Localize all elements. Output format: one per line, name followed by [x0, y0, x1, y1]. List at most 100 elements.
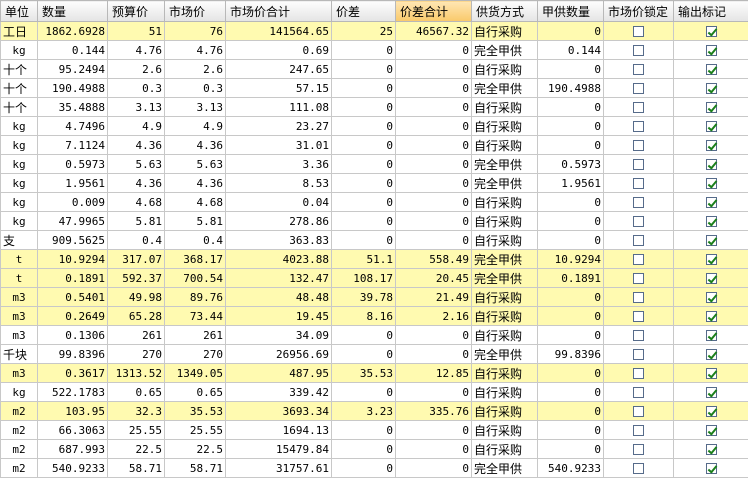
client-supplied-qty-cell[interactable]: 0	[537, 59, 604, 79]
client-supplied-qty-cell[interactable]: 0.5973	[537, 154, 604, 174]
budget-price-cell[interactable]: 49.98	[107, 287, 165, 307]
unit-cell[interactable]: m3	[0, 325, 38, 345]
unit-cell[interactable]: m2	[0, 401, 38, 421]
output-flag-checkbox[interactable]	[705, 292, 717, 303]
price-diff-cell[interactable]: 0	[331, 458, 396, 478]
output-flag-checkbox[interactable]	[705, 349, 717, 360]
unit-cell[interactable]: m3	[0, 287, 38, 307]
table-row[interactable]: kg 7.1124 4.36 4.36 31.01 0 0 自行采购 0	[0, 135, 748, 155]
market-price-lock-checkbox[interactable]	[633, 311, 644, 322]
market-price-lock-checkbox[interactable]	[633, 235, 644, 246]
market-price-cell[interactable]: 270	[164, 344, 226, 364]
quantity-cell[interactable]: 95.2494	[37, 59, 108, 79]
table-row[interactable]: kg 1.9561 4.36 4.36 8.53 0 0 完全甲供 1.9561	[0, 173, 748, 193]
output-flag-checkbox[interactable]	[705, 102, 717, 113]
quantity-cell[interactable]: 909.5625	[37, 230, 108, 250]
market-total-cell[interactable]: 57.15	[225, 78, 332, 98]
budget-price-cell[interactable]: 22.5	[107, 439, 165, 459]
table-row[interactable]: 十个 35.4888 3.13 3.13 111.08 0 0 自行采购 0	[0, 97, 748, 117]
supply-mode-cell[interactable]: 自行采购	[471, 439, 538, 459]
output-flag-checkbox[interactable]	[705, 368, 717, 379]
unit-cell[interactable]: m3	[0, 363, 38, 383]
unit-cell[interactable]: t	[0, 249, 38, 269]
client-supplied-qty-cell[interactable]: 0.144	[537, 40, 604, 60]
market-price-lock-checkbox[interactable]	[633, 83, 644, 94]
table-row[interactable]: m2 66.3063 25.55 25.55 1694.13 0 0 自行采购 0	[0, 420, 748, 440]
table-row[interactable]: m2 540.9233 58.71 58.71 31757.61 0 0 完全甲供 540.92…	[0, 458, 748, 478]
supply-mode-cell[interactable]: 自行采购	[471, 211, 538, 231]
supply-mode-cell[interactable]: 自行采购	[471, 230, 538, 250]
price-diff-cell[interactable]: 0	[331, 40, 396, 60]
market-price-cell[interactable]: 0.3	[164, 78, 226, 98]
budget-price-cell[interactable]: 5.81	[107, 211, 165, 231]
col-header-quantity[interactable]: 数量	[37, 0, 108, 22]
market-total-cell[interactable]: 339.42	[225, 382, 332, 402]
quantity-cell[interactable]: 0.1306	[37, 325, 108, 345]
output-flag-checkbox[interactable]	[705, 444, 717, 455]
client-supplied-qty-cell[interactable]: 0	[537, 230, 604, 250]
market-price-lock-checkbox[interactable]	[633, 216, 644, 227]
output-flag-checkbox[interactable]	[705, 159, 717, 170]
client-supplied-qty-cell[interactable]: 0	[537, 211, 604, 231]
market-total-cell[interactable]: 111.08	[225, 97, 332, 117]
client-supplied-qty-cell[interactable]: 99.8396	[537, 344, 604, 364]
market-total-cell[interactable]: 141564.65	[225, 21, 332, 41]
diff-total-cell[interactable]: 0	[395, 458, 472, 478]
price-diff-cell[interactable]: 0	[331, 97, 396, 117]
market-price-cell[interactable]: 58.71	[164, 458, 226, 478]
market-price-lock-checkbox[interactable]	[633, 254, 644, 265]
market-price-lock-checkbox[interactable]	[633, 197, 644, 208]
market-price-lock-checkbox[interactable]	[633, 102, 644, 113]
unit-cell[interactable]: kg	[0, 135, 38, 155]
table-row[interactable]: 千块 99.8396 270 270 26956.69 0 0 完全甲供 99.8396	[0, 344, 748, 364]
market-price-cell[interactable]: 368.17	[164, 249, 226, 269]
market-price-lock-checkbox[interactable]	[633, 444, 644, 455]
diff-total-cell[interactable]: 0	[395, 135, 472, 155]
market-total-cell[interactable]: 23.27	[225, 116, 332, 136]
market-price-lock-checkbox[interactable]	[633, 45, 644, 56]
price-diff-cell[interactable]: 0	[331, 192, 396, 212]
price-diff-cell[interactable]: 3.23	[331, 401, 396, 421]
quantity-cell[interactable]: 0.5401	[37, 287, 108, 307]
quantity-cell[interactable]: 190.4988	[37, 78, 108, 98]
client-supplied-qty-cell[interactable]: 0	[537, 306, 604, 326]
diff-total-cell[interactable]: 0	[395, 230, 472, 250]
diff-total-cell[interactable]: 335.76	[395, 401, 472, 421]
budget-price-cell[interactable]: 3.13	[107, 97, 165, 117]
market-price-cell[interactable]: 25.55	[164, 420, 226, 440]
output-flag-checkbox[interactable]	[705, 273, 717, 284]
supply-mode-cell[interactable]: 自行采购	[471, 97, 538, 117]
output-flag-checkbox[interactable]	[705, 64, 717, 75]
supply-mode-cell[interactable]: 自行采购	[471, 59, 538, 79]
diff-total-cell[interactable]: 2.16	[395, 306, 472, 326]
market-price-lock-checkbox[interactable]	[633, 349, 644, 360]
diff-total-cell[interactable]: 46567.32	[395, 21, 472, 41]
price-diff-cell[interactable]: 0	[331, 116, 396, 136]
budget-price-cell[interactable]: 4.36	[107, 135, 165, 155]
table-row[interactable]: m3 0.1306 261 261 34.09 0 0 自行采购 0	[0, 325, 748, 345]
market-price-cell[interactable]: 4.76	[164, 40, 226, 60]
market-total-cell[interactable]: 15479.84	[225, 439, 332, 459]
supply-mode-cell[interactable]: 自行采购	[471, 116, 538, 136]
client-supplied-qty-cell[interactable]: 0	[537, 116, 604, 136]
quantity-cell[interactable]: 1862.6928	[37, 21, 108, 41]
table-row[interactable]: kg 4.7496 4.9 4.9 23.27 0 0 自行采购 0	[0, 116, 748, 136]
market-price-cell[interactable]: 22.5	[164, 439, 226, 459]
diff-total-cell[interactable]: 0	[395, 116, 472, 136]
price-diff-cell[interactable]: 0	[331, 78, 396, 98]
supply-mode-cell[interactable]: 自行采购	[471, 287, 538, 307]
output-flag-checkbox[interactable]	[705, 26, 717, 37]
client-supplied-qty-cell[interactable]: 0.1891	[537, 268, 604, 288]
price-diff-cell[interactable]: 51.1	[331, 249, 396, 269]
price-diff-cell[interactable]: 35.53	[331, 363, 396, 383]
col-header-budget-price[interactable]: 预算价	[107, 0, 165, 22]
price-diff-cell[interactable]: 0	[331, 173, 396, 193]
market-price-cell[interactable]: 73.44	[164, 306, 226, 326]
diff-total-cell[interactable]: 0	[395, 192, 472, 212]
price-diff-cell[interactable]: 25	[331, 21, 396, 41]
col-header-client-supplied-qty[interactable]: 甲供数量	[537, 0, 604, 22]
table-row[interactable]: kg 522.1783 0.65 0.65 339.42 0 0 自行采购 0	[0, 382, 748, 402]
table-row[interactable]: t 10.9294 317.07 368.17 4023.88 51.1 558.49 完全甲…	[0, 249, 748, 269]
unit-cell[interactable]: 千块	[0, 344, 38, 364]
market-price-cell[interactable]: 2.6	[164, 59, 226, 79]
